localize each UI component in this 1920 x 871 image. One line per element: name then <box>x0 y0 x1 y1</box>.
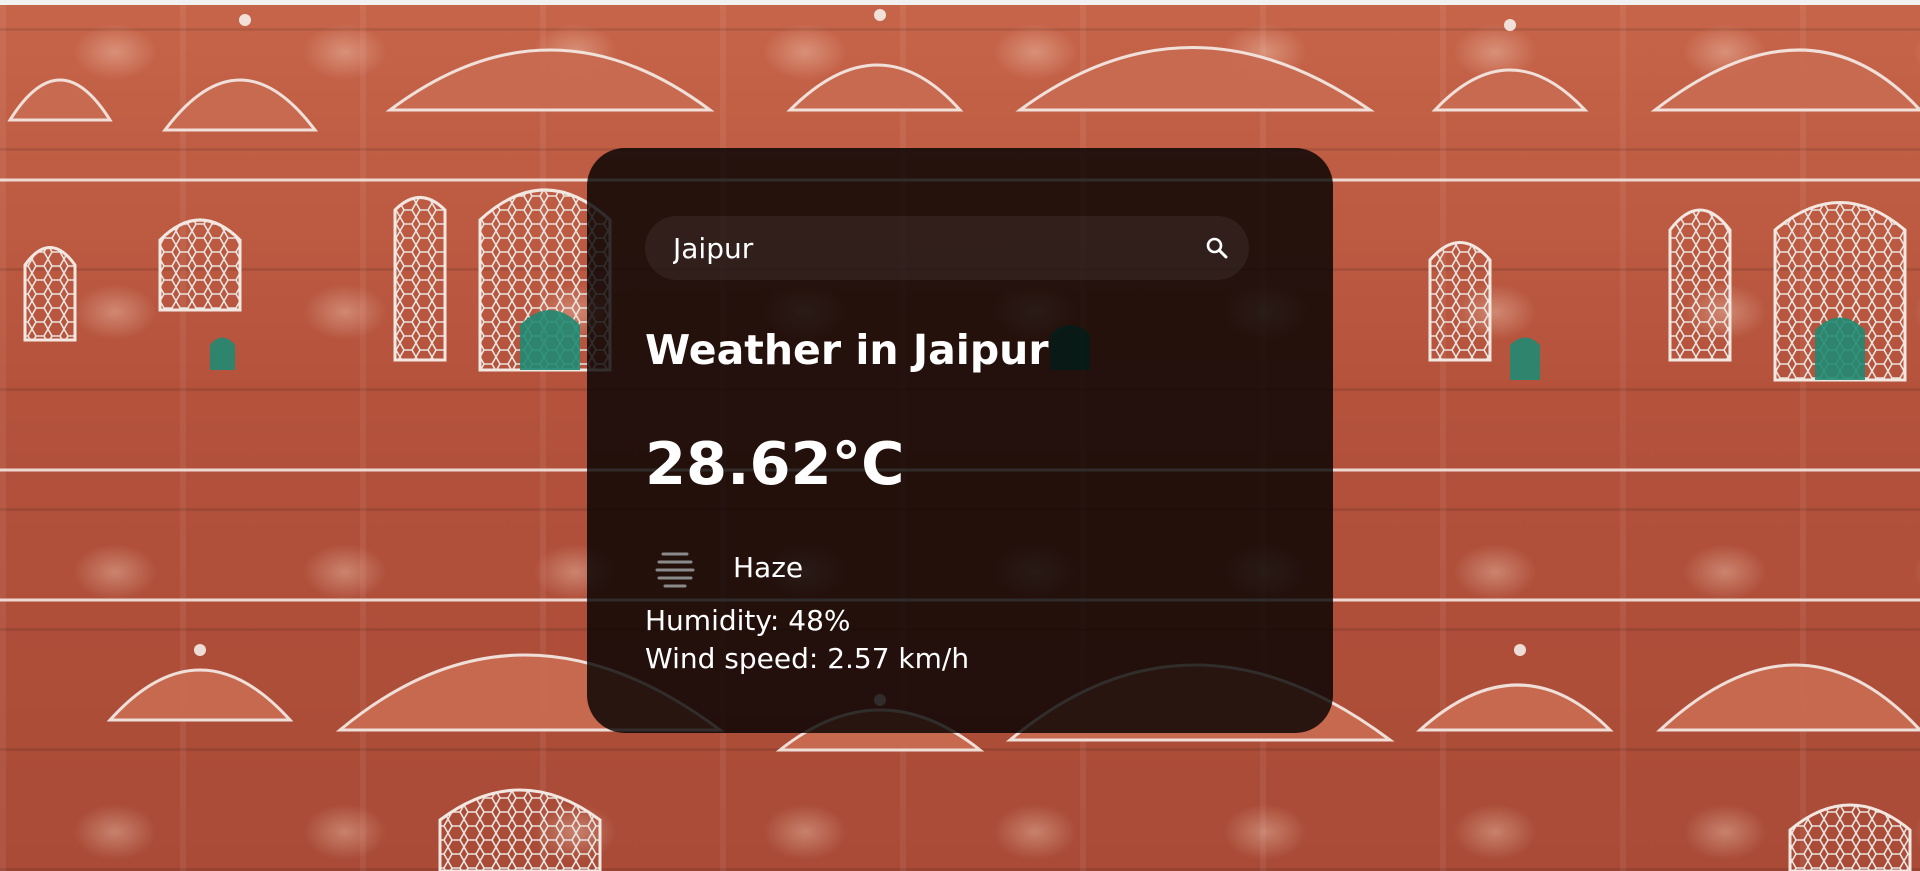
search-bar <box>645 216 1249 280</box>
humidity: Humidity: 48% <box>645 604 851 637</box>
weather-description: Haze <box>733 550 804 584</box>
search-icon <box>1206 237 1228 259</box>
wind-speed: Wind speed: 2.57 km/h <box>645 642 970 675</box>
haze-icon <box>655 552 695 588</box>
city-search-input[interactable] <box>645 216 1165 280</box>
search-button[interactable] <box>1193 224 1241 272</box>
weather-description-row: Haze <box>645 542 803 592</box>
temperature: 28.62°C <box>645 429 905 498</box>
weather-card: Weather in Jaipur 28.62°C Haze Humidity:… <box>587 148 1333 733</box>
top-border <box>0 0 1920 5</box>
weather-title: Weather in Jaipur <box>645 326 1049 374</box>
